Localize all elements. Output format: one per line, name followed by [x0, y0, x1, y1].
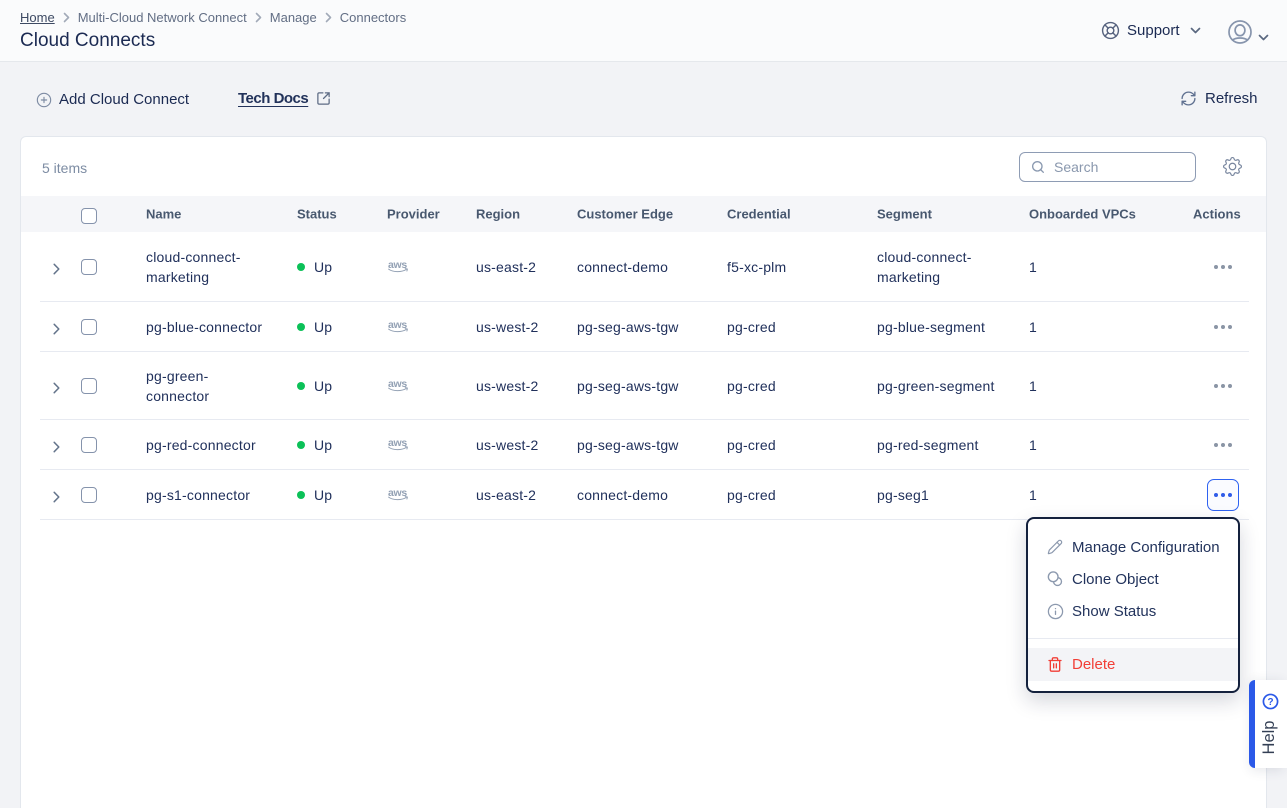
svg-text:?: ? [1267, 697, 1273, 708]
svg-text:aws: aws [388, 487, 407, 499]
svg-text:aws: aws [388, 378, 407, 390]
svg-text:aws: aws [388, 319, 407, 331]
svg-text:aws: aws [388, 259, 407, 271]
svg-text:aws: aws [388, 437, 407, 449]
